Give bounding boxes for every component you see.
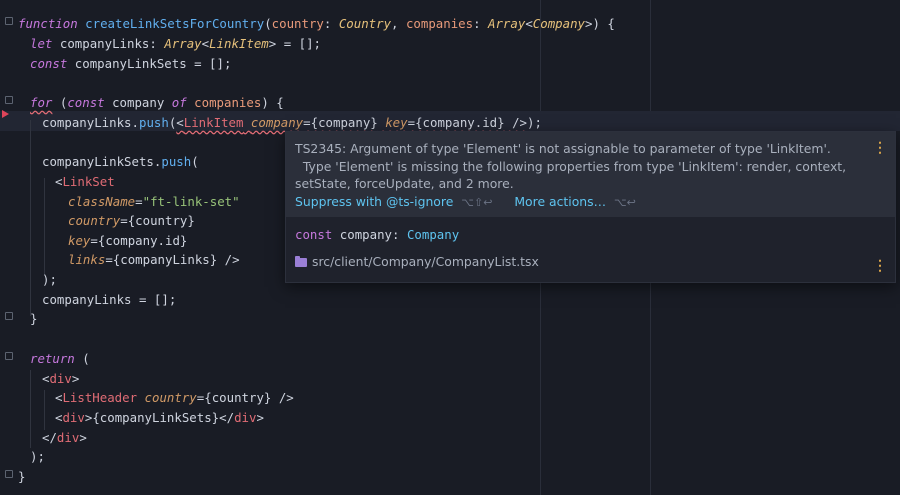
- code-line: className="ft-link-set": [68, 194, 240, 209]
- code-line: let companyLinks: Array<LinkItem> = [];: [30, 36, 321, 51]
- code-line: );: [30, 449, 45, 464]
- fold-icon[interactable]: [5, 470, 13, 478]
- indent-guide: [44, 390, 45, 430]
- code-line: companyLinkSets.push(: [42, 154, 199, 169]
- code-line: );: [42, 272, 57, 287]
- code-line: companyLinks.push(<LinkItem company={com…: [42, 115, 542, 130]
- code-line: country={country}: [68, 213, 195, 228]
- code-line: <LinkSet: [55, 174, 115, 189]
- fold-icon[interactable]: [5, 17, 13, 25]
- editor-gutter: [0, 0, 16, 495]
- error-panel: TS2345: Argument of type 'Element' is no…: [286, 132, 895, 217]
- code-line: }: [30, 311, 38, 326]
- error-tooltip: TS2345: Argument of type 'Element' is no…: [285, 131, 896, 283]
- error-marker-icon[interactable]: [2, 110, 9, 118]
- code-line: links={companyLinks} />: [68, 252, 240, 267]
- shortcut-hint: ⌥↩: [613, 196, 636, 209]
- type-signature: const company: Company: [295, 227, 460, 242]
- quick-actions: Suppress with @ts-ignore ⌥⇧↩ More action…: [295, 194, 654, 209]
- indent-guide: [44, 178, 45, 276]
- code-line: key={company.id}: [68, 233, 188, 248]
- code-line: companyLinks = [];: [42, 292, 177, 307]
- file-path[interactable]: src/client/Company/CompanyList.tsx: [295, 254, 539, 269]
- folder-icon: [295, 256, 307, 267]
- more-options-icon[interactable]: ⋮: [873, 258, 887, 274]
- indent-guide: [30, 120, 31, 316]
- indent-guide: [30, 370, 31, 448]
- code-line: <div>{companyLinkSets}</div>: [55, 410, 264, 425]
- code-line: <div>: [42, 371, 80, 386]
- code-line: for (const company of companies) {: [30, 95, 284, 110]
- more-options-icon[interactable]: ⋮: [873, 140, 887, 156]
- suppress-ts-ignore-link[interactable]: Suppress with @ts-ignore: [295, 194, 453, 209]
- more-actions-link[interactable]: More actions…: [514, 194, 606, 209]
- shortcut-hint: ⌥⇧↩: [461, 196, 493, 209]
- fold-icon[interactable]: [5, 96, 13, 104]
- code-line: return (: [30, 351, 90, 366]
- code-line: </div>: [42, 430, 87, 445]
- code-line: }: [18, 469, 26, 484]
- error-message: TS2345: Argument of type 'Element' is no…: [295, 141, 847, 191]
- code-line: const companyLinkSets = [];: [30, 56, 232, 71]
- fold-icon[interactable]: [5, 312, 13, 320]
- code-line: function createLinkSetsForCountry(countr…: [18, 16, 615, 31]
- code-line: <ListHeader country={country} />: [55, 390, 294, 405]
- fold-icon[interactable]: [5, 352, 13, 360]
